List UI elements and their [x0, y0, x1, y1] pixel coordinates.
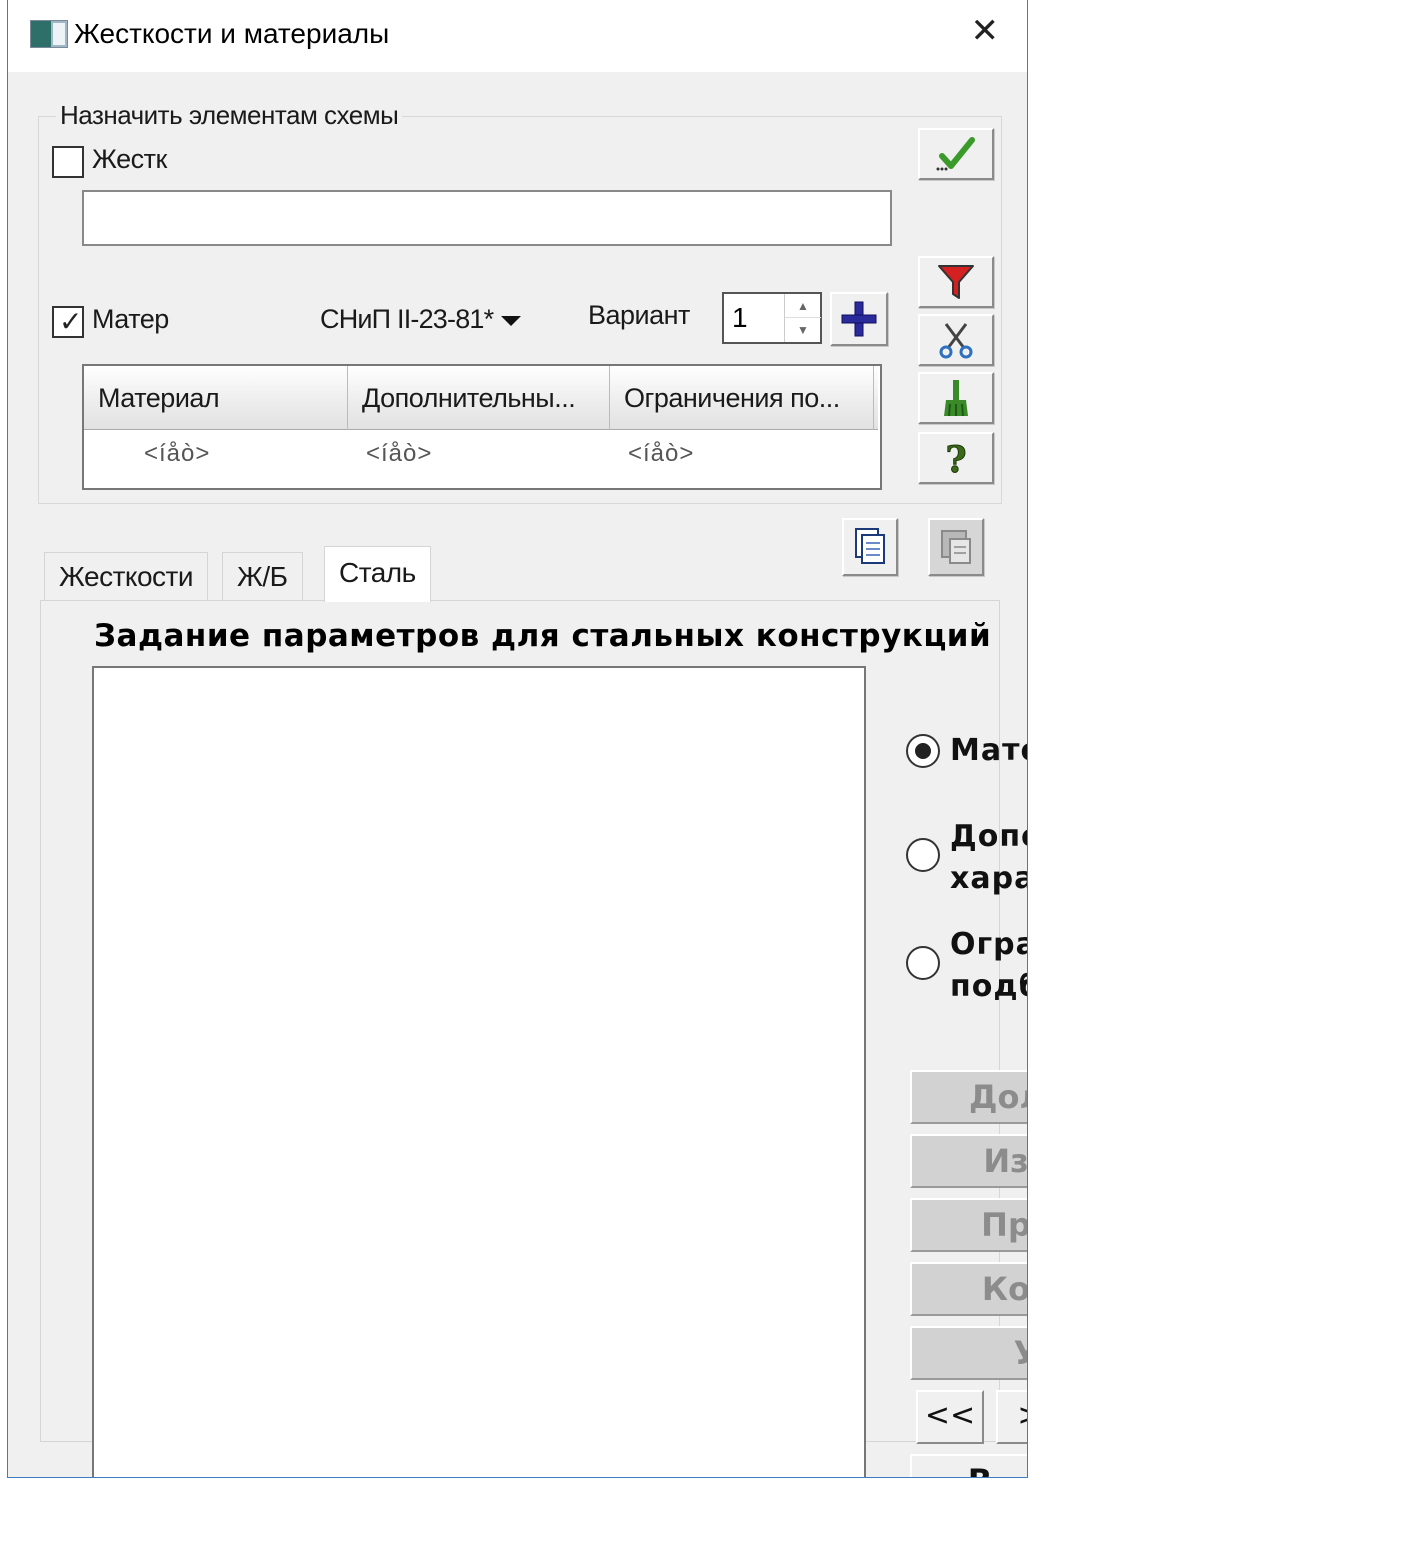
add-variant-button[interactable]: [830, 292, 888, 346]
grid-cell[interactable]: <íåò>: [144, 440, 210, 468]
brush-icon: [944, 380, 968, 417]
assign-group-legend: Назначить элементам схемы: [56, 100, 403, 131]
view-button[interactable]: Пр: [910, 1198, 1027, 1252]
title-bar: Жесткости и материалы ✕: [8, 0, 1027, 72]
scissors-icon: [939, 323, 973, 359]
radio-additional-label: Допо: [950, 819, 1027, 854]
edit-button[interactable]: Из: [910, 1134, 1027, 1188]
radio-restrictions[interactable]: [906, 946, 940, 980]
material-checkbox-label: Матер: [92, 304, 169, 334]
help-button[interactable]: ?: [918, 432, 994, 484]
tab-stiffness[interactable]: Жесткости: [44, 552, 209, 600]
radio-additional[interactable]: [906, 838, 940, 872]
nav-prev-button[interactable]: <<: [916, 1390, 984, 1444]
app-icon: [30, 20, 68, 48]
grid-column-material[interactable]: Материал: [84, 366, 348, 430]
radio-additional-label: хара: [950, 861, 1028, 896]
copy-item-button[interactable]: Ко: [910, 1262, 1027, 1316]
paste-icon: [941, 530, 971, 564]
steel-panel-title: Задание параметров для стальных конструк…: [94, 618, 992, 654]
add-button[interactable]: Дол: [910, 1070, 1027, 1124]
delete-button[interactable]: У: [910, 1326, 1027, 1380]
material-grid: Материал Дополнительны... Ограничения по…: [82, 364, 882, 490]
chevron-down-icon: [501, 315, 522, 326]
window-title: Жесткости и материалы: [74, 18, 390, 49]
grid-header: Материал Дополнительны... Ограничения по…: [84, 366, 878, 430]
apply-button[interactable]: [918, 128, 994, 180]
help-question-icon: ?: [945, 439, 967, 479]
spin-down-button[interactable]: ▼: [785, 318, 821, 342]
grid-column-additional[interactable]: Дополнительны...: [348, 366, 610, 430]
spin-up-button[interactable]: ▲: [785, 294, 821, 318]
apply-check-icon: [936, 137, 975, 171]
stiffness-checkbox[interactable]: [52, 146, 84, 178]
stiffness-checkbox-label: Жестк: [92, 144, 167, 174]
radio-restrictions-label: Огра: [950, 927, 1027, 962]
variant-value: 1: [732, 302, 748, 333]
plus-icon: [841, 301, 877, 337]
steel-params-list[interactable]: [92, 666, 866, 1477]
material-checkbox[interactable]: ✓: [52, 306, 84, 338]
radio-material-label: Мате: [950, 733, 1027, 768]
paste-button[interactable]: [928, 518, 984, 576]
filter-icon: [938, 265, 974, 299]
grid-column-restrictions[interactable]: Ограничения по...: [610, 366, 874, 430]
filter-button[interactable]: [918, 256, 994, 308]
grid-cell[interactable]: <íåò>: [628, 440, 694, 468]
norm-dropdown[interactable]: СНиП II-23-81*: [320, 304, 522, 335]
tab-reinforced-concrete[interactable]: Ж/Б: [222, 552, 303, 600]
tab-steel[interactable]: Сталь: [324, 546, 431, 602]
close-button[interactable]: ✕: [971, 14, 1000, 48]
radio-restrictions-label: подб: [950, 969, 1027, 1004]
variant-spinbox[interactable]: 1 ▲ ▼: [722, 292, 822, 344]
variant-label: Вариант: [588, 300, 690, 330]
grid-cell[interactable]: <íåò>: [366, 440, 432, 468]
copy-button[interactable]: [842, 518, 898, 576]
cut-button[interactable]: [918, 314, 994, 366]
stiffness-field[interactable]: [82, 190, 892, 246]
norm-dropdown-value: СНиП II-23-81*: [320, 304, 494, 334]
dialog-window: Жесткости и материалы ✕ Назначить элемен…: [7, 0, 1028, 1478]
bottom-button[interactable]: В: [910, 1454, 1027, 1477]
copy-icon: [855, 528, 885, 564]
checkmark-icon: ✓: [59, 305, 83, 338]
variant-spin-buttons: ▲ ▼: [784, 294, 821, 342]
brush-button[interactable]: [918, 372, 994, 424]
nav-next-button[interactable]: >: [996, 1390, 1027, 1444]
svg-text:?: ?: [945, 439, 966, 478]
radio-material[interactable]: [906, 734, 940, 768]
